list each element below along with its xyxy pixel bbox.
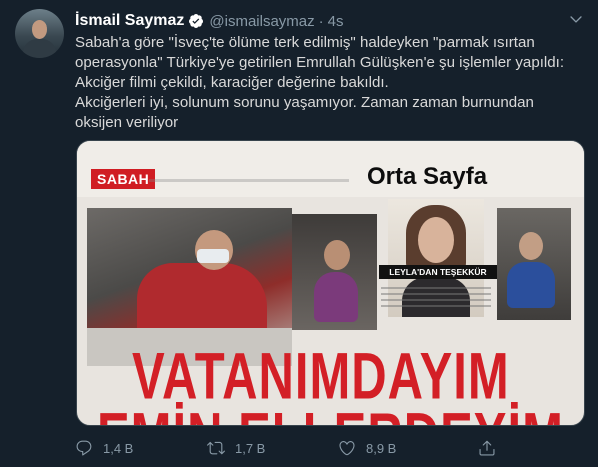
tweet-paragraph: Sabah'a göre "İsveç'te ölüme terk edilmi… (75, 34, 565, 71)
heart-icon (339, 441, 355, 456)
tweet-header: İsmail Saymaz @ismailsaymaz · 4s (75, 11, 344, 31)
verified-badge-icon (188, 13, 204, 29)
tweet-actions: 1,4 B 1,7 B 8,9 B (75, 436, 585, 460)
reply-icon (76, 440, 92, 456)
reply-button[interactable]: 1,4 B (75, 436, 133, 460)
share-icon (479, 440, 495, 456)
header-separator: · (318, 12, 324, 30)
like-button[interactable]: 8,9 B (338, 436, 396, 460)
newspaper-headline-second: EMİN ELLERDEYİM (97, 399, 564, 425)
avatar[interactable] (15, 9, 64, 58)
tweet-text: Sabah'a göre "İsveç'te ölüme terk edilmi… (75, 33, 585, 133)
byline-rule (149, 179, 349, 182)
avatar-face (32, 20, 47, 39)
photo-caption: LEYLA'DAN TEŞEKKÜR (379, 265, 497, 279)
child-photo-left (292, 214, 377, 330)
share-button[interactable] (478, 436, 506, 460)
author-name[interactable]: İsmail Saymaz (75, 12, 184, 30)
newspaper-masthead: SABAH (91, 169, 156, 189)
author-handle[interactable]: @ismailsaymaz (209, 13, 314, 30)
chevron-down-icon[interactable] (568, 11, 584, 27)
tweet-timestamp[interactable]: 4s (328, 13, 344, 30)
child-photo-right (497, 208, 571, 320)
tweet-paragraph: Akciğer filmi çekildi, karaciğer değerin… (75, 74, 389, 91)
caption-text-lines (381, 283, 491, 311)
tweet-photo[interactable]: SABAH Orta Sayfa LEYLA'DAN TEŞEKKÜR VATA… (76, 140, 585, 426)
retweet-button[interactable]: 1,7 B (207, 436, 265, 460)
retweet-icon (207, 441, 225, 455)
tweet-paragraph: Akciğerleri iyi, solunum sorunu yaşamıyo… (75, 94, 534, 131)
newspaper-section-title: Orta Sayfa (367, 163, 488, 190)
views-count-inline: 8,9 B (366, 440, 397, 456)
avatar-shirt (23, 39, 56, 58)
retweet-count-inline: 1,4 B (103, 440, 134, 456)
like-count-inline: 1,7 B (235, 440, 266, 456)
